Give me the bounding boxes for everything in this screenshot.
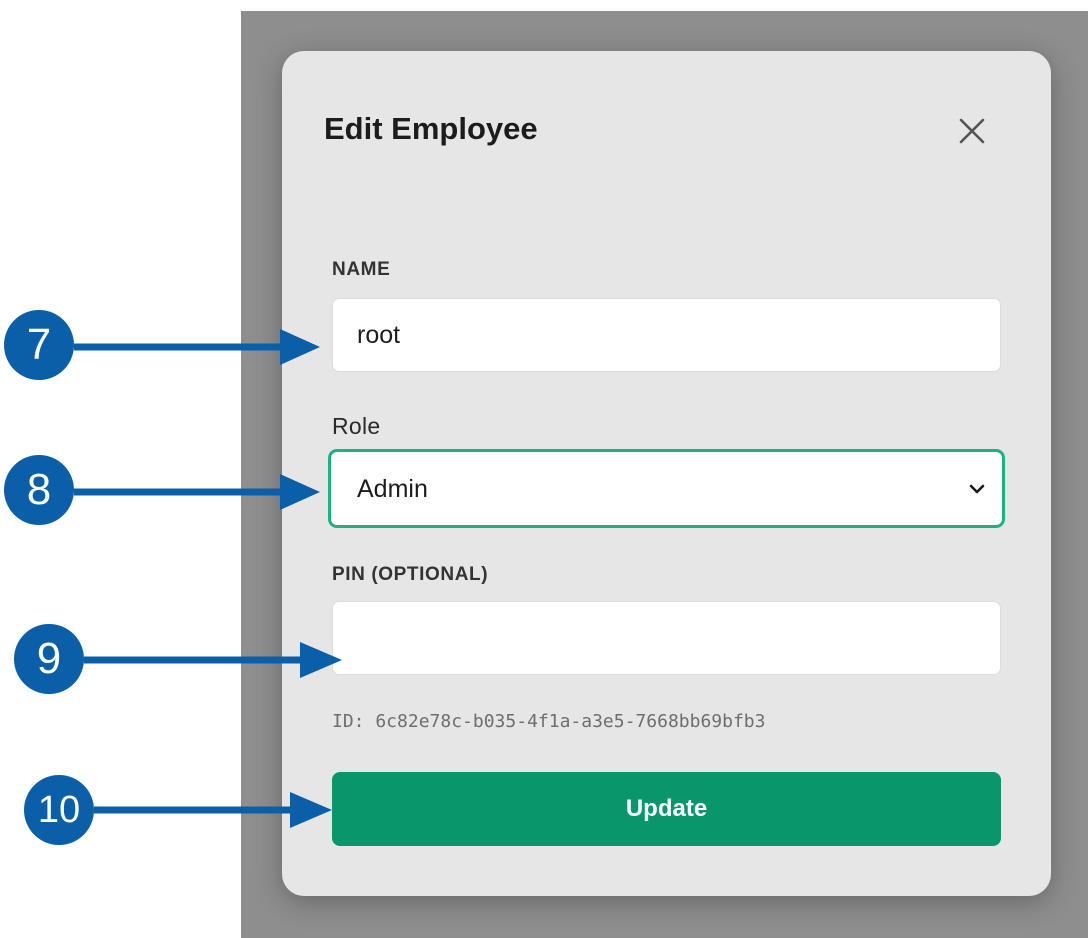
- role-select[interactable]: Admin: [328, 449, 1005, 528]
- callout-arrow-8: [74, 474, 320, 510]
- role-label: Role: [332, 413, 381, 439]
- pin-label: PIN (OPTIONAL): [332, 564, 489, 585]
- callout-badge-7: 7: [4, 310, 74, 380]
- callout-badge-9: 9: [14, 624, 84, 694]
- edit-employee-dialog: Edit Employee NAME Role Admin PIN (OPTIO…: [282, 51, 1051, 896]
- callout-badge-10: 10: [24, 775, 94, 845]
- chevron-down-icon: [969, 484, 985, 494]
- close-button[interactable]: [954, 113, 990, 149]
- dialog-title: Edit Employee: [324, 111, 538, 146]
- screenshot-stage: Edit Employee NAME Role Admin PIN (OPTIO…: [0, 0, 1088, 938]
- callout-arrow-9: [84, 642, 342, 678]
- name-label: NAME: [332, 259, 391, 280]
- employee-id-text: ID: 6c82e78c-b035-4f1a-a3e5-7668bb69bfb3: [332, 711, 766, 732]
- role-selected-value: Admin: [357, 475, 428, 503]
- pin-input[interactable]: [332, 601, 1001, 675]
- close-icon: [959, 118, 985, 144]
- callout-badge-8: 8: [4, 455, 74, 525]
- name-input[interactable]: [332, 298, 1001, 372]
- callout-arrow-7: [74, 329, 320, 365]
- update-button[interactable]: Update: [332, 772, 1001, 846]
- callout-arrow-10: [94, 792, 332, 828]
